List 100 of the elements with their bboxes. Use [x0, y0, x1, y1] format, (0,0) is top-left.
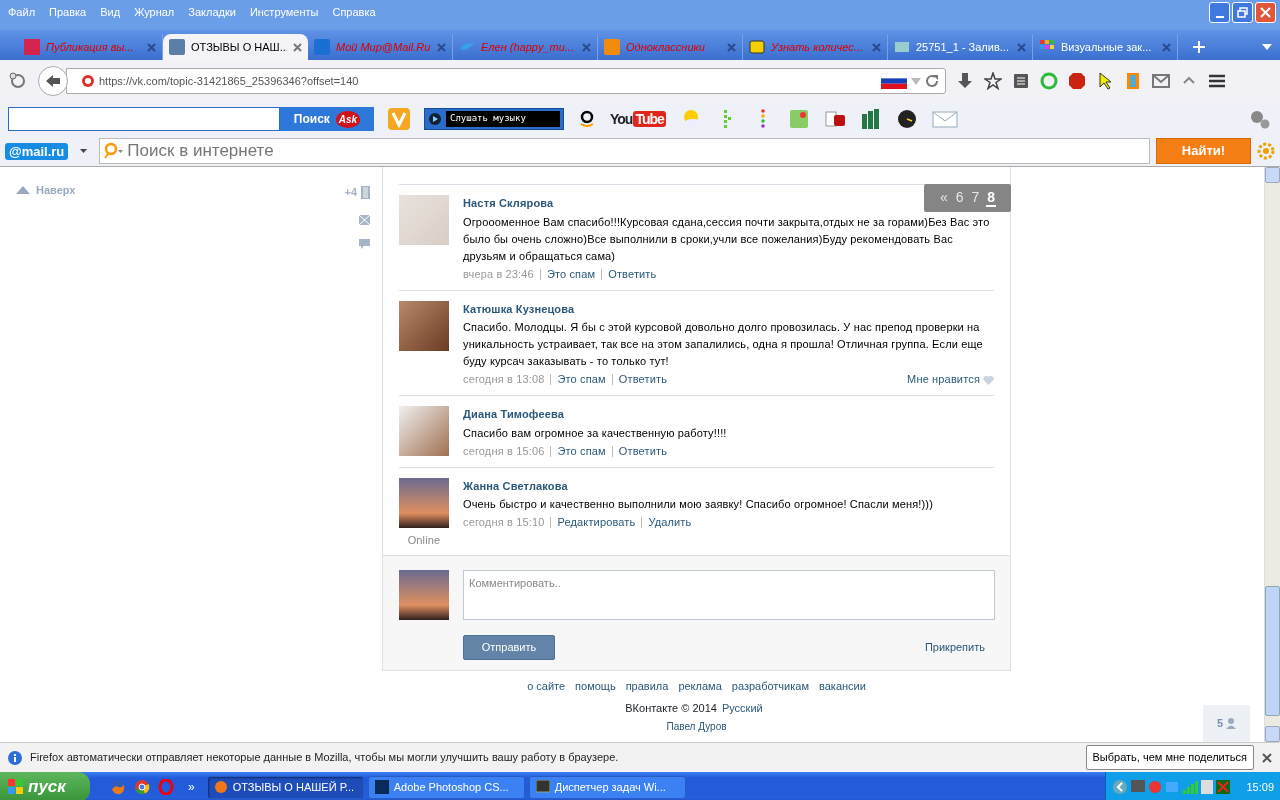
comment-time: сегодня в 15:10 — [463, 515, 545, 530]
photo-placeholder[interactable] — [399, 406, 449, 456]
monitor-icon[interactable] — [1131, 780, 1145, 794]
menu-icon[interactable] — [1208, 72, 1226, 90]
star-icon[interactable] — [984, 72, 1002, 90]
counter-text: +4 — [344, 185, 357, 200]
clock-text: 15:09 — [1246, 779, 1274, 795]
cursor-icon[interactable] — [1096, 72, 1114, 90]
gear-icon[interactable] — [1257, 142, 1275, 160]
close-button[interactable] — [1255, 2, 1276, 23]
page-link[interactable]: « — [938, 189, 949, 207]
back-arrow-icon — [45, 74, 61, 88]
ring-icon[interactable] — [1040, 72, 1058, 90]
language-link[interactable]: Русский — [721, 702, 763, 714]
comment-text: Спасибо. Молодцы. Я бы с этой курсовой довольно долго провозилась. У нас препод проверки на уникальность устраивает, так все на этом запалились, одна я прошла! Отличная группа. Если еще буду курсач заказывать - то только тут! — [463, 320, 984, 369]
browser-tab[interactable]: ОТЗЫВЫ О НАШ... — [163, 34, 308, 60]
comment-text: Огроооменное Вам спасибо!!!Курсовая сдана,сессия почти закрыта,отдых не за горами)Без Вас это было бы очень сложно)Все выполнили в сроки,учли все пожелания)Буду рекомендовать Вас друзьям и обращаться сама) — [463, 214, 991, 264]
action-link[interactable]: Ответить — [618, 442, 667, 460]
tab-title: Мой Мир@Mail.Ru — [336, 39, 431, 55]
action-link[interactable]: Это спам — [546, 265, 596, 283]
start-button[interactable]: пуск — [0, 772, 90, 800]
author-link[interactable]: Катюшка Кузнецова — [463, 300, 575, 317]
mail-logo[interactable]: @mail.ru — [5, 142, 69, 160]
action-link[interactable]: Ответить — [608, 265, 657, 283]
author-link[interactable]: Павел Дуров — [666, 721, 727, 732]
bars-icon[interactable] — [859, 108, 882, 130]
action-link[interactable]: Редактировать — [557, 514, 636, 531]
play-icon — [428, 112, 442, 126]
restore-button[interactable] — [1232, 2, 1253, 23]
comment-text: Спасибо вам огромное за качественную работу!!!! — [463, 425, 728, 441]
windows-logo-icon — [8, 779, 24, 795]
more-button[interactable]: » — [188, 778, 195, 796]
attach-link[interactable]: Прикрепить — [924, 639, 985, 656]
photo-placeholder[interactable] — [399, 477, 449, 528]
speech-bubble-icon[interactable] — [359, 238, 370, 250]
taskbar-button[interactable]: ОТЗЫВЫ О НАШЕЙ Р... — [206, 775, 364, 799]
plus-icon[interactable] — [1192, 40, 1206, 54]
heart-icon[interactable] — [983, 374, 994, 385]
author-link[interactable]: Диана Тимофеева — [463, 406, 564, 423]
app-icon[interactable] — [1216, 780, 1230, 794]
footer-link[interactable]: вакансии — [819, 680, 866, 692]
tab-title: Елен (happy_mu... — [481, 39, 575, 55]
tab-title: Узнать количес... — [771, 39, 864, 55]
tab-title: 25751_1 - Залив... — [916, 39, 1010, 55]
footer-link[interactable]: разработчикам — [731, 680, 809, 692]
comment-text: Очень быстро и качественно выполнили мою заявку! Спасибо огромное! Спасли меня!))) — [463, 497, 934, 512]
envelope-icon[interactable] — [1152, 72, 1170, 90]
share-choice-button[interactable]: Выбрать, чем мне поделиться — [1085, 745, 1254, 770]
submit-button[interactable]: Отправить — [463, 635, 555, 660]
like-link[interactable]: Мне нравится — [907, 371, 980, 388]
author-link[interactable]: Настя Склярова — [463, 195, 554, 212]
dropdown-icon[interactable] — [80, 149, 88, 153]
footer-link[interactable]: реклама — [678, 680, 722, 692]
page-link[interactable]: 8 — [986, 189, 997, 207]
back-button[interactable] — [38, 66, 68, 96]
scroll-thumb[interactable] — [1265, 586, 1280, 716]
envelope-icon[interactable] — [359, 214, 370, 225]
close-icon[interactable] — [1262, 752, 1272, 763]
scroll-up-button[interactable] — [1265, 167, 1280, 183]
footer-link[interactable]: помощь — [575, 680, 616, 692]
search-button[interactable]: Поиск Ask — [280, 107, 374, 131]
reload-icon[interactable] — [925, 74, 939, 88]
close-icon[interactable] — [293, 42, 302, 52]
clock-icon[interactable] — [895, 108, 918, 130]
action-link[interactable]: Удалить — [648, 514, 692, 531]
footer-link[interactable]: правила — [625, 680, 669, 692]
badge-icon[interactable] — [1148, 780, 1162, 794]
clipboard-icon[interactable] — [1012, 72, 1030, 90]
footer-link[interactable]: о сайте — [527, 680, 566, 692]
page-link[interactable]: 7 — [970, 189, 981, 207]
site-icon — [169, 39, 185, 55]
v-logo-icon[interactable] — [388, 108, 410, 130]
taskbar-button[interactable]: Диспетчер задач Wi... — [528, 775, 686, 799]
taskbar-button[interactable]: Adobe Photoshop CS... — [367, 775, 525, 799]
youtube-logo[interactable]: You Tube — [610, 108, 666, 130]
action-link[interactable]: Ответить — [618, 371, 667, 388]
chevron-left-icon[interactable] — [1112, 779, 1128, 795]
scroll-down-button[interactable] — [1265, 726, 1280, 742]
signal-icon[interactable] — [1182, 780, 1198, 794]
online-status: Online — [406, 532, 442, 548]
minimize-button[interactable] — [1209, 2, 1230, 23]
music-player[interactable]: Слушать музыку — [424, 108, 564, 130]
minimize-icon — [1215, 15, 1224, 18]
comment-field[interactable]: Комментировать.. — [463, 570, 995, 620]
address-bar[interactable]: https://vk.com/topic-31421865_25396346?offset=140 — [66, 68, 946, 94]
dropdown-icon[interactable] — [1262, 44, 1272, 50]
download-icon[interactable] — [956, 72, 974, 90]
page-link[interactable]: 6 — [954, 189, 965, 207]
copyright-text: ВКонтакте © 2014 — [625, 702, 717, 714]
count-text: 5 — [1216, 716, 1224, 732]
search-field[interactable]: Поиск в интернете — [99, 138, 1150, 164]
author-link[interactable]: Жанна Светлакова — [463, 477, 568, 494]
search-field[interactable] — [8, 107, 280, 131]
url-text: https://vk.com/topic-31421865_25396346?offset=140 — [99, 73, 360, 89]
scrollbar[interactable] — [1264, 167, 1280, 742]
action-link[interactable]: Это спам — [557, 371, 606, 388]
envelope-icon[interactable] — [931, 108, 958, 130]
action-link[interactable]: Это спам — [557, 442, 606, 460]
photo-placeholder[interactable] — [399, 300, 449, 351]
o-logo-icon[interactable] — [158, 779, 174, 795]
